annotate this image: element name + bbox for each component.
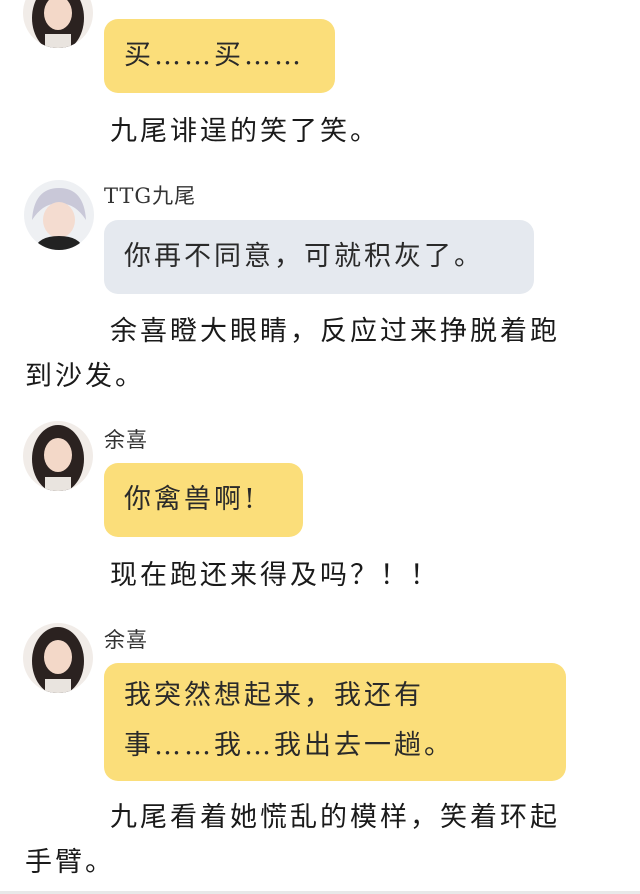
narration-text: 手臂。 (25, 847, 115, 878)
narration-text: 现在跑还来得及吗？！！ (110, 560, 440, 591)
avatar[interactable] (23, 0, 93, 48)
narration-text: 九尾诽逞的笑了笑。 (110, 116, 380, 147)
message-text: 买……买…… (124, 40, 304, 71)
message-bubble: 买……买…… (104, 19, 335, 93)
avatar[interactable] (24, 180, 94, 250)
message-text: 你禽兽啊! (124, 484, 258, 515)
sender-name: 余喜 (104, 428, 148, 452)
message-bubble: 你禽兽啊! (104, 463, 303, 537)
avatar-female-icon (23, 0, 93, 48)
message-bubble: 你再不同意，可就积灰了。 (104, 220, 534, 294)
avatar[interactable] (23, 623, 93, 693)
message-bubble: 我突然想起来，我还有 事……我…我出去一趟。 (104, 663, 566, 781)
message-text-line: 事……我…我出去一趟。 (124, 730, 454, 761)
message-text-line: 我突然想起来，我还有 (124, 680, 424, 711)
narration-text: 余喜瞪大眼睛，反应过来挣脱着跑 (110, 316, 560, 347)
narration-text: 九尾看着她慌乱的模样，笑着环起 (110, 802, 560, 833)
avatar-male-icon (24, 180, 94, 250)
sender-name: 余喜 (104, 628, 148, 652)
avatar-female-icon (23, 623, 93, 693)
sender-name: TTG九尾 (104, 184, 197, 208)
message-text: 你再不同意，可就积灰了。 (124, 241, 484, 272)
avatar[interactable] (23, 421, 93, 491)
avatar-female-icon (23, 421, 93, 491)
narration-text: 到沙发。 (25, 361, 145, 392)
